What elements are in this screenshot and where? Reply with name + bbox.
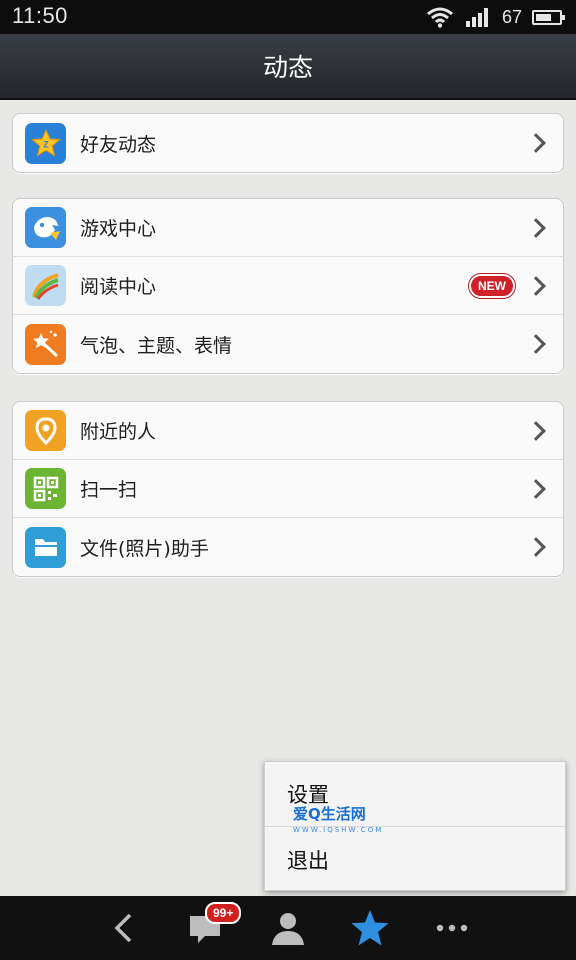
group-services: 游戏中心 阅读中心 NEW 气泡、主题、表情 <box>12 198 564 374</box>
menu-item-scan[interactable]: 扫一扫 <box>13 460 563 518</box>
svg-text:Z: Z <box>43 140 49 150</box>
chevron-right-icon <box>526 537 546 557</box>
signal-icon <box>465 8 488 27</box>
nav-favorites-button[interactable] <box>329 896 411 960</box>
status-indicators: 67 <box>426 0 565 34</box>
battery-icon <box>532 9 565 25</box>
chevron-right-icon <box>526 275 546 296</box>
group-tools: 附近的人 扫一扫 文件(照片)助手 <box>12 401 564 577</box>
favorites-star-icon <box>351 910 389 946</box>
menu-item-nearby-people[interactable]: 附近的人 <box>13 402 563 460</box>
overflow-popup-menu: 设置 退出 爱Q生活网 WWW.IQSHW.COM <box>264 761 566 891</box>
menu-item-friend-updates[interactable]: Z 好友动态 <box>13 114 563 172</box>
menu-item-label: 气泡、主题、表情 <box>80 334 233 357</box>
watermark-logo: 爱Q生活网 WWW.IQSHW.COM <box>293 806 383 838</box>
menu-item-label: 游戏中心 <box>80 218 157 240</box>
nav-messages-button[interactable]: 99+ <box>165 896 247 960</box>
menu-item-label: 扫一扫 <box>80 479 138 501</box>
folder-icon <box>25 526 66 568</box>
menu-item-reading-center[interactable]: 阅读中心 NEW <box>13 257 563 315</box>
menu-item-label: 阅读中心 <box>80 276 157 298</box>
watermark-text: 爱Q生活网 <box>293 805 366 823</box>
chevron-right-icon <box>526 420 546 441</box>
contacts-icon <box>272 913 304 945</box>
wifi-icon <box>427 7 453 28</box>
more-icon <box>436 924 468 932</box>
qr-code-icon <box>25 468 66 509</box>
status-bar: 11:50 67 <box>0 0 576 34</box>
bottom-nav: 99+ <box>0 896 576 960</box>
menu-item-label: 附近的人 <box>80 421 157 443</box>
battery-percent: 67 <box>501 6 522 27</box>
nav-contacts-button[interactable] <box>247 896 329 960</box>
menu-item-file-assistant[interactable]: 文件(照片)助手 <box>13 518 563 576</box>
chevron-right-icon <box>526 133 546 153</box>
nav-more-button[interactable] <box>411 896 493 960</box>
page-title: 动态 <box>262 53 313 82</box>
game-center-icon <box>25 207 66 248</box>
watermark-url: WWW.IQSHW.COM <box>293 826 384 834</box>
nav-back-button[interactable] <box>83 896 165 960</box>
menu-item-label: 好友动态 <box>80 133 157 156</box>
chevron-right-icon <box>526 334 546 354</box>
chevron-right-icon <box>526 217 546 238</box>
group-friends: Z 好友动态 <box>12 113 564 173</box>
menu-item-label: 文件(照片)助手 <box>80 537 209 560</box>
magic-wand-icon <box>25 323 66 365</box>
new-badge: NEW <box>469 273 515 298</box>
status-time: 11:50 <box>12 3 68 28</box>
message-count-badge: 99+ <box>205 902 242 924</box>
menu-item-game-center[interactable]: 游戏中心 <box>13 199 563 257</box>
location-pin-icon <box>25 410 66 451</box>
qzone-star-icon: Z <box>25 122 66 164</box>
reading-center-icon <box>25 265 66 306</box>
chevron-right-icon <box>526 478 546 499</box>
menu-item-bubbles-themes-emoji[interactable]: 气泡、主题、表情 <box>13 315 563 373</box>
back-icon <box>114 913 132 943</box>
title-bar: 动态 <box>0 34 576 100</box>
